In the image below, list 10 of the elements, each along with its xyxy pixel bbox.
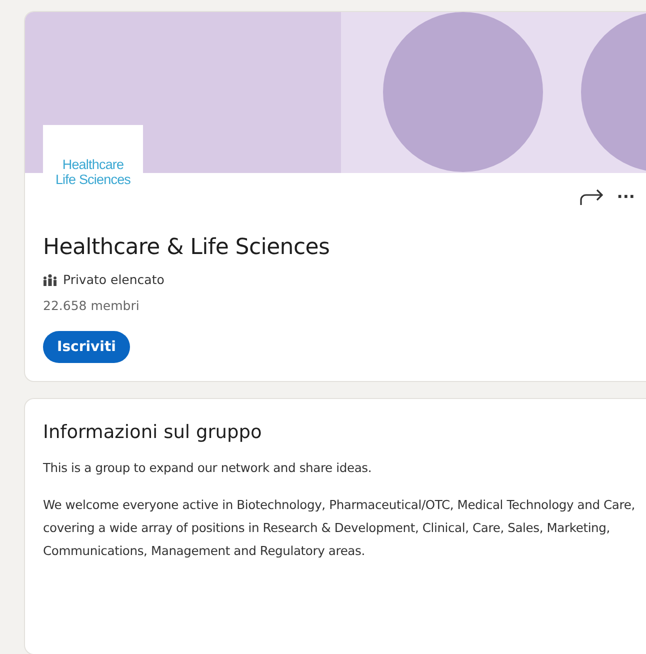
about-paragraph: We welcome everyone active in Biotechnology, Pharmaceutical/OTC, Medical Technology and Care, covering a wide array of positions in Research & Development, Clinical, Care, Sales, Marketing, Communications, Management and Regulatory areas. bbox=[43, 497, 636, 560]
share-icon[interactable] bbox=[578, 188, 605, 206]
more-button[interactable]: ··· bbox=[616, 190, 635, 204]
join-button[interactable]: Iscriviti bbox=[43, 331, 130, 363]
about-title: Informazioni sul gruppo bbox=[43, 422, 263, 443]
privacy-label: Privato elencato bbox=[63, 272, 164, 287]
group-title: Healthcare & Life Sciences bbox=[43, 235, 330, 260]
group-icon bbox=[43, 274, 57, 286]
member-count: 22.658 membri bbox=[43, 298, 140, 313]
about-paragraph: This is a group to expand our network and share ideas. bbox=[43, 460, 373, 477]
